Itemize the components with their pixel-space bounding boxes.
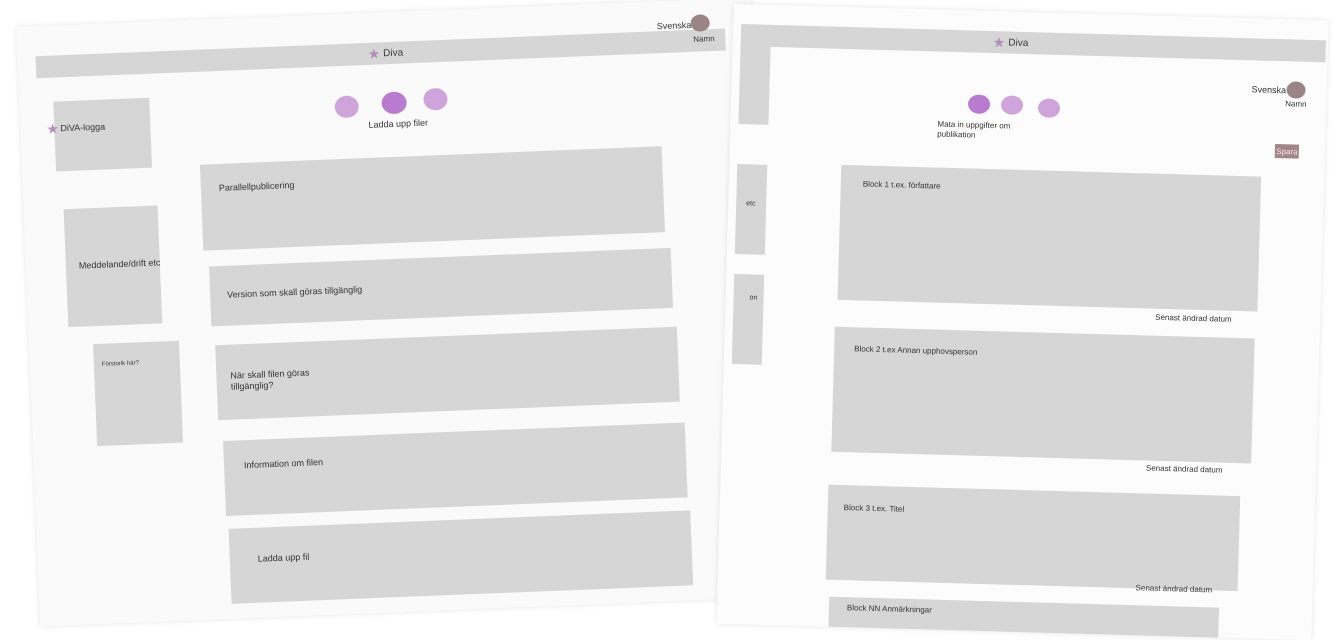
side-box [93, 340, 184, 447]
section-label: Ladda upp fil [257, 551, 310, 564]
peek-box [734, 163, 768, 255]
user-name: Namn [1285, 99, 1307, 109]
step-label: Ladda upp filer [368, 117, 429, 130]
brand-label: Diva [382, 46, 404, 59]
logo-label: DiVA-logga [60, 121, 106, 134]
wireframe-right-page: etc on ★ Diva Svenska Namn Mata in uppgi… [716, 3, 1329, 640]
top-bar [740, 24, 1326, 63]
block-label: Block 1 t.ex. författare [862, 179, 941, 191]
avatar[interactable] [1286, 81, 1306, 99]
step-2[interactable] [1000, 95, 1024, 115]
section-parallel-publishing[interactable] [199, 146, 666, 251]
step-1[interactable] [334, 95, 360, 119]
language-selector[interactable]: Svenska [657, 20, 692, 31]
block-remarks[interactable] [828, 596, 1220, 638]
step-2-active[interactable] [381, 91, 408, 115]
peek-label: on [749, 294, 758, 302]
logo-placeholder [53, 97, 153, 172]
block-label: Block 3 t.ex. Titel [843, 503, 905, 514]
star-icon: ★ [367, 45, 381, 62]
step-3[interactable] [423, 87, 448, 111]
step-label: Mata in uppgifter om publikation [937, 119, 1011, 140]
save-button[interactable]: Spara [1274, 143, 1300, 159]
block-title[interactable] [825, 484, 1241, 592]
brand[interactable]: ★ Diva [992, 34, 1029, 51]
block-date: Senast ändrad datum [1145, 463, 1223, 475]
step-1-active[interactable] [967, 94, 991, 115]
star-icon: ★ [992, 34, 1006, 51]
brand-label: Diva [1008, 36, 1029, 49]
peek-box [731, 273, 765, 365]
star-icon: ★ [46, 120, 60, 137]
wireframe-left-page: ★ Diva Svenska Namn ★ DiVA-logga Ladda u… [16, 0, 775, 627]
section-label: När skall filen göras tillgänglig? [230, 367, 310, 392]
brand[interactable]: ★ Diva [367, 45, 404, 62]
user-name: Namn [693, 33, 715, 44]
block-date: Senast ändrad datum [1155, 312, 1232, 324]
language-selector[interactable]: Svenska [1251, 84, 1286, 95]
peek-box [738, 44, 771, 125]
block-date: Senast ändrad datum [1135, 583, 1213, 595]
step-3[interactable] [1037, 98, 1061, 118]
peek-label: etc [746, 200, 756, 208]
